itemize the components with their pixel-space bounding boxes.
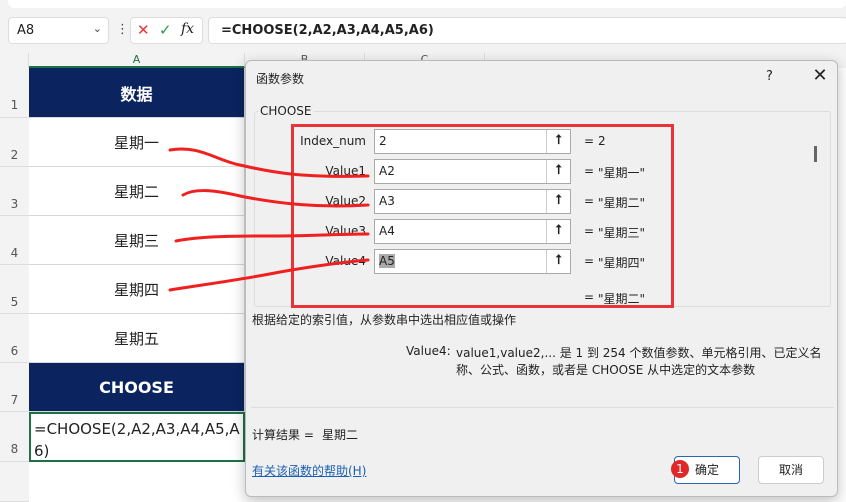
cell-a1[interactable]: 数据 [29, 68, 245, 118]
ribbon-edge [8, 0, 846, 8]
function-name: CHOOSE [258, 104, 314, 118]
cell-a4[interactable]: 星期三 [29, 216, 245, 265]
chevron-down-icon[interactable]: ⌄ [93, 22, 102, 35]
row-header[interactable]: 6 [0, 314, 29, 363]
cell-a6[interactable]: 星期五 [29, 314, 245, 363]
check-icon[interactable]: ✓ [159, 21, 172, 39]
highlight-box [291, 124, 674, 308]
select-all[interactable] [0, 53, 29, 68]
help-icon[interactable]: ? [766, 69, 773, 84]
name-box-value: A8 [17, 23, 35, 38]
cell-a8-active[interactable]: =CHOOSE(2,A2,A3,A4,A5,A6) [29, 412, 245, 462]
cell-a2[interactable]: 星期一 [29, 118, 245, 167]
dialog-title: 函数参数 [256, 72, 305, 86]
fx-icon[interactable]: fx [181, 21, 194, 37]
row-header[interactable] [0, 462, 29, 502]
arg-name: Value4: [406, 344, 451, 358]
close-icon[interactable]: ✕ [801, 61, 839, 91]
divider [251, 407, 834, 408]
function-description: 根据给定的索引值，从参数串中选出相应值或操作 [252, 313, 517, 327]
row-header[interactable]: 2 [0, 118, 29, 167]
cell-a7[interactable]: CHOOSE [29, 363, 245, 412]
formula-input[interactable]: =CHOOSE(2,A2,A3,A4,A5,A6) [208, 17, 846, 44]
step-badge: 1 [671, 460, 689, 478]
column-header-a[interactable]: A [29, 53, 245, 68]
cancel-button[interactable]: 取消 [758, 456, 824, 484]
formula-buttons: ✕ ✓ fx [130, 17, 203, 44]
row-header[interactable]: 8 [0, 412, 29, 462]
arg-description-line1: value1,value2,... 是 1 到 254 个数值参数、单元格引用、… [456, 346, 822, 360]
cancel-icon[interactable]: ✕ [137, 21, 150, 39]
row-header[interactable]: 7 [0, 363, 29, 412]
calc-result-value: 星期二 [322, 428, 359, 442]
row-header[interactable]: 5 [0, 265, 29, 314]
function-arguments-dialog: 函数参数 ? ✕ CHOOSE Index_num 2 ⭡ = 2 Value1 … [245, 60, 838, 497]
arg-description-line2: 称、公式、函数，或者是 CHOOSE 从中选定的文本参数 [456, 363, 756, 377]
calc-result-label: 计算结果 = [252, 428, 314, 442]
more-icon[interactable]: ⋮ [116, 22, 129, 37]
row-header[interactable]: 1 [0, 68, 29, 118]
cell-a3[interactable]: 星期二 [29, 167, 245, 216]
name-box[interactable]: A8 ⌄ [8, 17, 109, 44]
row-header[interactable]: 3 [0, 167, 29, 216]
row-header[interactable]: 4 [0, 216, 29, 265]
cell-a5[interactable]: 星期四 [29, 265, 245, 314]
help-link[interactable]: 有关该函数的帮助(H) [252, 462, 366, 479]
scrollbar-thumb[interactable] [814, 146, 817, 162]
